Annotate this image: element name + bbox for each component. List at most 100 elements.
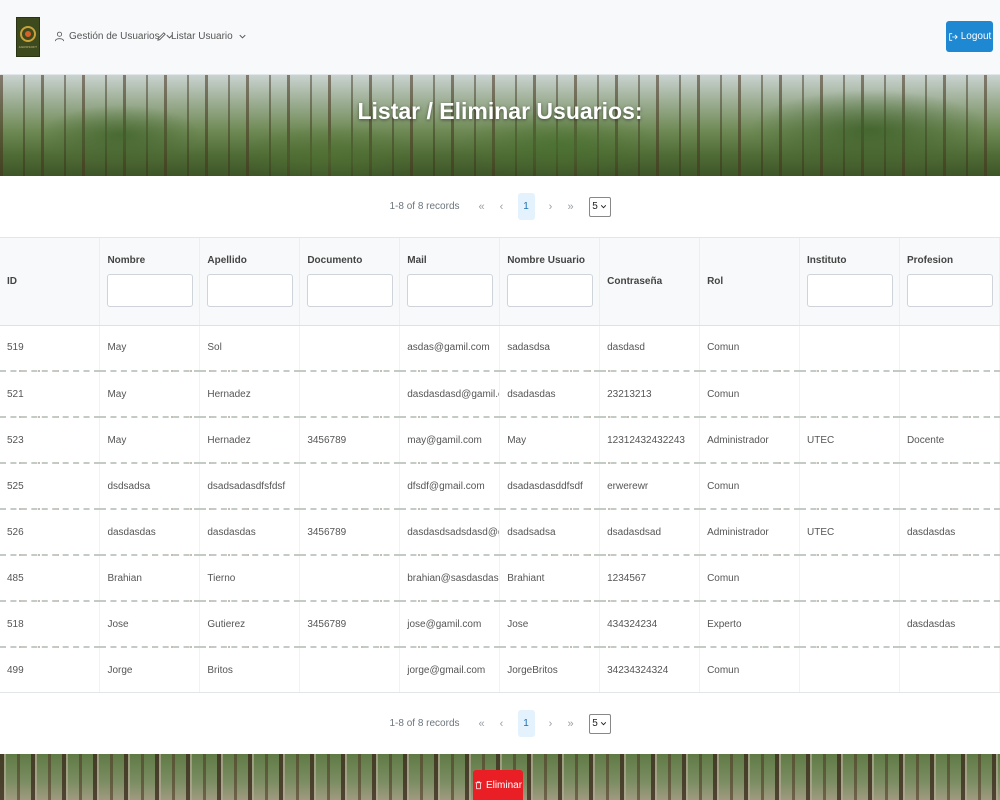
rows-per-page-select[interactable]: 5 — [588, 713, 611, 734]
next-page-button[interactable]: › — [543, 718, 559, 730]
table-cell: 3456789 — [299, 417, 401, 464]
table-cell: 1234567 — [599, 555, 701, 602]
column-header-contrasena[interactable]: Contraseña — [599, 238, 701, 326]
menu-gestion-usuarios-label: Gestión de Usuarios — [69, 31, 160, 42]
table-cell — [299, 555, 401, 602]
prev-page-button[interactable]: ‹ — [494, 201, 510, 213]
first-page-button[interactable]: « — [474, 718, 490, 730]
table-cell: asdas@gamil.com — [399, 325, 501, 372]
filter-documento-input[interactable] — [307, 274, 394, 308]
table-cell — [899, 463, 1000, 510]
table-row[interactable]: 521MayHernadez dasdasdasd@gamil.comdsadas… — [0, 371, 1000, 418]
chevron-down-icon — [239, 34, 246, 39]
table-row[interactable]: 523 May Hernadez 3456789 may@gamil.com May 123… — [0, 417, 1000, 464]
table-cell: Experto — [699, 601, 800, 648]
table-cell: brahian@sasdasdasd.com — [399, 555, 501, 602]
table-cell: jorge@gmail.com — [399, 647, 501, 694]
table-header-row: ID Nombre Apellido Documento Mail Nombre… — [0, 238, 1000, 326]
menu-listar-usuario[interactable]: Listar Usuario — [156, 31, 248, 42]
table-cell: Comun — [699, 371, 800, 418]
table-row[interactable]: 519 May Sol asdas@gamil.com sadasdsa dasdasd C… — [0, 325, 1000, 372]
table-row[interactable]: 525 dsdsadsa dsadsadasdfsfdsf dfsdf@gmail.c… — [0, 463, 1000, 510]
table-cell: May — [99, 417, 201, 464]
logout-button[interactable]: Logout — [946, 21, 993, 52]
table-cell: Tierno — [199, 555, 301, 602]
table-row[interactable]: 526 dasdasdas dasdasdas 3456789 dasdasdsadsd… — [0, 509, 1000, 556]
page-1-button[interactable]: 1 — [517, 193, 535, 220]
column-header-apellido[interactable]: Apellido — [199, 238, 301, 326]
page-title: Listar / Eliminar Usuarios: — [357, 98, 643, 124]
column-header-nombre[interactable]: Nombre — [99, 238, 201, 326]
users-table-container: ID Nombre Apellido Documento Mail Nombre… — [0, 238, 1000, 694]
table-cell: 23213213 — [599, 371, 701, 418]
rows-per-page-value: 5 — [592, 201, 598, 212]
table-cell — [899, 647, 1000, 694]
next-page-button[interactable]: › — [543, 201, 559, 213]
rows-per-page-select[interactable]: 5 — [588, 196, 611, 217]
table-cell: 519 — [0, 325, 101, 372]
table-cell: dasdasdas — [899, 601, 1000, 648]
users-table: ID Nombre Apellido Documento Mail Nombre… — [0, 238, 1000, 694]
table-row[interactable]: 485BrahianTierno brahian@sasdasdasd.comBr… — [0, 555, 1000, 602]
table-cell: Comun — [699, 463, 800, 510]
table-cell: may@gamil.com — [399, 417, 501, 464]
table-cell: JorgeBritos — [499, 647, 601, 694]
hero-banner: Listar / Eliminar Usuarios: — [0, 75, 1000, 176]
filter-instituto-input[interactable] — [807, 274, 893, 308]
table-row[interactable]: 518 Jose Gutierez 3456789 jose@gamil.com Jose… — [0, 601, 1000, 648]
filter-apellido-input[interactable] — [207, 274, 294, 308]
agrosoft-logo[interactable]: AGROSOFT — [16, 17, 40, 57]
column-header-rol[interactable]: Rol — [699, 238, 800, 326]
table-cell: dasdasdasd@gamil.com — [399, 371, 501, 418]
column-label: Profesion — [906, 255, 954, 267]
last-page-button[interactable]: » — [563, 718, 579, 730]
sign-out-icon — [948, 32, 958, 41]
column-header-id[interactable]: ID — [0, 238, 101, 326]
table-cell: May — [499, 417, 601, 464]
table-cell: dsadasdasddfsdf — [499, 463, 601, 510]
table-cell: dfsdf@gmail.com — [399, 463, 501, 510]
column-header-documento[interactable]: Documento — [299, 238, 401, 326]
table-cell: 499 — [0, 647, 101, 694]
paginator-bottom: 1-8 of 8 records « ‹ 1 › » 5 — [0, 692, 1000, 754]
table-cell: Britos — [199, 647, 301, 694]
table-cell: Docente — [899, 417, 1000, 464]
filter-mail-input[interactable] — [407, 274, 494, 308]
table-cell: dsadsadsa — [499, 509, 601, 556]
filter-nombre-input[interactable] — [107, 274, 194, 308]
trash-icon — [475, 781, 482, 790]
column-header-mail[interactable]: Mail — [399, 238, 501, 326]
table-cell: dsdsadsa — [99, 463, 201, 510]
page-1-button[interactable]: 1 — [517, 710, 535, 737]
last-page-button[interactable]: » — [563, 201, 579, 213]
table-cell — [799, 647, 900, 694]
filter-profesion-input[interactable] — [906, 274, 993, 308]
menu-listar-usuario-label: Listar Usuario — [171, 31, 233, 42]
table-cell: Jorge — [99, 647, 201, 694]
column-header-instituto[interactable]: Instituto — [799, 238, 900, 326]
delete-button[interactable]: Eliminar — [473, 770, 523, 800]
table-cell — [799, 325, 900, 372]
first-page-button[interactable]: « — [474, 201, 490, 213]
table-cell: Administrador — [699, 417, 800, 464]
table-cell: UTEC — [799, 509, 900, 556]
table-cell — [799, 371, 900, 418]
table-cell: jose@gamil.com — [399, 601, 501, 648]
table-cell: Administrador — [699, 509, 800, 556]
table-cell: dsadsadasdfsfdsf — [199, 463, 301, 510]
prev-page-button[interactable]: ‹ — [494, 718, 510, 730]
table-cell: Brahiant — [499, 555, 601, 602]
chevron-down-icon — [600, 205, 606, 209]
filter-nombre-usuario-input[interactable] — [507, 274, 594, 308]
table-cell: 3456789 — [299, 509, 401, 556]
paginator-report: 1-8 of 8 records — [389, 201, 460, 212]
table-cell: Jose — [499, 601, 601, 648]
table-cell: 523 — [0, 417, 101, 464]
table-cell: dasdasdsadsdasd@gamil.co — [399, 509, 501, 556]
table-cell: 3456789 — [299, 601, 401, 648]
chevron-down-icon — [600, 722, 606, 726]
table-row[interactable]: 499 Jorge Britos jorge@gmail.com JorgeBritos… — [0, 647, 1000, 694]
column-header-nombre-usuario[interactable]: Nombre Usuario — [499, 238, 601, 326]
table-cell: 525 — [0, 463, 101, 510]
column-header-profesion[interactable]: Profesion — [899, 238, 1000, 326]
